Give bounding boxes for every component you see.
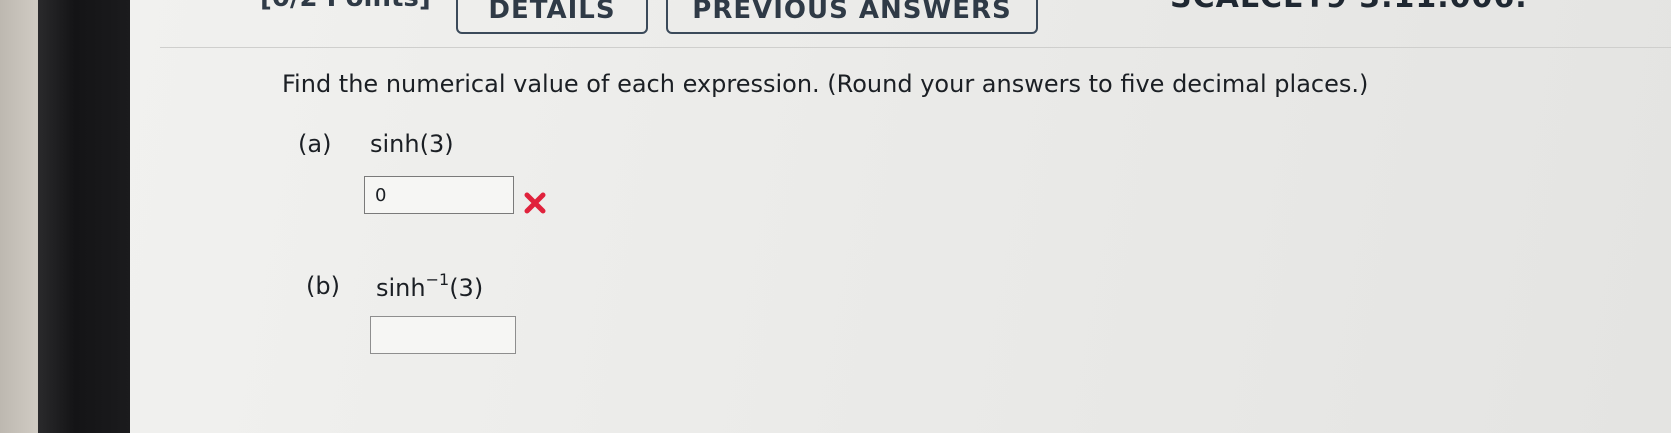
- part-b-label: (b): [306, 272, 340, 300]
- part-a-expression: sinh(3): [370, 130, 454, 158]
- part-b-superscript: −1: [425, 270, 450, 289]
- monitor-bezel: [38, 0, 130, 433]
- question-header: [0/2 Points] DETAILS PREVIOUS ANSWERS SC…: [160, 0, 1671, 48]
- part-b-expression: sinh−1(3): [376, 270, 484, 302]
- screen: [0/2 Points] DETAILS PREVIOUS ANSWERS SC…: [130, 0, 1671, 433]
- part-b-function: sinh: [376, 274, 426, 302]
- question-instruction: Find the numerical value of each express…: [282, 70, 1369, 98]
- part-b-answer-input[interactable]: [370, 316, 516, 354]
- previous-answers-button[interactable]: PREVIOUS ANSWERS: [666, 0, 1038, 34]
- problem-id: SCALCET9 3.11.006.: [1170, 0, 1528, 16]
- part-a-label: (a): [298, 130, 332, 158]
- part-a-answer-input[interactable]: 0: [364, 176, 514, 214]
- part-b-argument: (3): [449, 274, 484, 302]
- points-label: [0/2 Points]: [260, 0, 431, 16]
- x-mark-icon: [524, 192, 546, 214]
- details-button[interactable]: DETAILS: [456, 0, 648, 34]
